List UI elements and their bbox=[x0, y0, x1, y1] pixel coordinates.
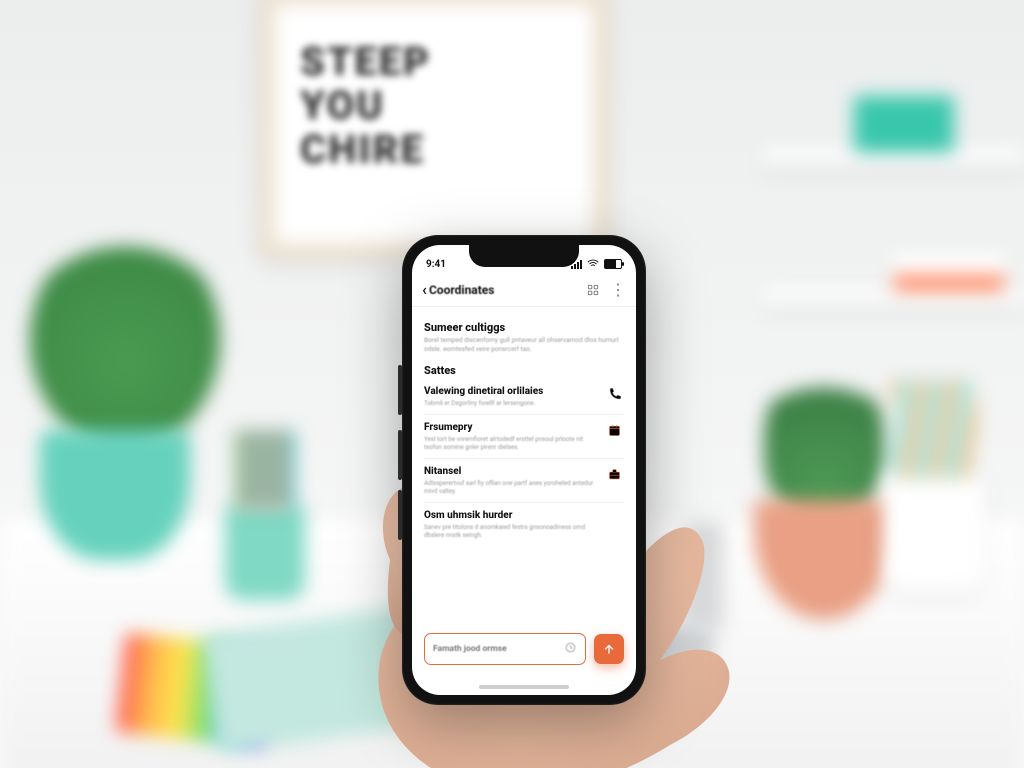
list-item-desc: Sanev pre titolons d anomkaied festrs gn… bbox=[424, 523, 596, 539]
nav-title: Coordinates bbox=[429, 283, 494, 297]
wifi-icon bbox=[586, 257, 600, 271]
plant-left bbox=[30, 230, 220, 450]
list-item-title: Frsumepry bbox=[424, 422, 596, 433]
utensil-cup bbox=[884, 470, 984, 590]
scene-photo: STEEP YOU CHIRE 9:41 bbox=[0, 0, 1024, 768]
page-subheading: Borel temped discenfomy gull pntaveur al… bbox=[424, 336, 624, 354]
list-item-title: Nitansel bbox=[424, 466, 596, 477]
list-item[interactable]: Nitansel Adlssperertvuf sarl fiy ofllan o… bbox=[424, 458, 624, 502]
calendar-icon bbox=[604, 422, 624, 438]
clock-icon bbox=[564, 641, 577, 657]
back-button[interactable]: ‹ Coordinates bbox=[422, 282, 494, 298]
footer-placeholder: Famath jood ormse bbox=[433, 644, 507, 654]
briefcase-icon bbox=[604, 466, 624, 482]
footer-bar: Famath jood ormse bbox=[424, 633, 624, 665]
pencil-cup bbox=[225, 505, 305, 600]
list-item-desc: Adlssperertvuf sarl fiy ofllan one partf… bbox=[424, 479, 596, 495]
poster-line-2: YOU bbox=[300, 82, 385, 129]
pot-left bbox=[40, 430, 190, 560]
plant-right bbox=[764, 360, 884, 520]
grid-icon[interactable] bbox=[586, 283, 600, 297]
submit-button[interactable] bbox=[594, 634, 624, 664]
list-item[interactable]: Frsumepry Yesl tort be vnremfioret alrtod… bbox=[424, 414, 624, 458]
phone-icon bbox=[604, 386, 624, 402]
utensils bbox=[892, 380, 976, 480]
nav-bar: ‹ Coordinates ⋮ bbox=[412, 276, 636, 307]
phone-device: 9:41 ‹ Coordinates bbox=[402, 235, 646, 705]
page-heading: Sumeer cultiggs bbox=[424, 321, 624, 334]
footer-input[interactable]: Famath jood ormse bbox=[424, 633, 586, 665]
pencils bbox=[235, 430, 295, 510]
chevron-left-icon: ‹ bbox=[422, 282, 427, 298]
list-item[interactable]: Valewing dinetiral orlilaies Tobmli er Ds… bbox=[424, 379, 624, 414]
book-stack bbox=[894, 255, 1004, 291]
none-icon bbox=[604, 510, 624, 511]
status-time: 9:41 bbox=[426, 259, 446, 270]
section-label: Sattes bbox=[424, 364, 624, 377]
phone-screen: 9:41 ‹ Coordinates bbox=[412, 245, 636, 695]
list-item-title: Osm uhmsik hurder bbox=[424, 510, 596, 521]
phone-notch bbox=[469, 245, 579, 267]
poster-text: STEEP YOU CHIRE bbox=[300, 40, 431, 172]
more-icon[interactable]: ⋮ bbox=[610, 282, 626, 298]
list-item-desc: Tobmli er Dsgorliny forellf ar lersengon… bbox=[424, 399, 596, 407]
list-item[interactable]: Osm uhmsik hurder Sanev pre titolons d an… bbox=[424, 502, 624, 546]
bottle bbox=[684, 520, 724, 630]
shelf-lower bbox=[764, 290, 1024, 304]
shelf-upper bbox=[764, 150, 1024, 164]
list-item-title: Valewing dinetiral orlilaies bbox=[424, 386, 596, 397]
home-indicator[interactable] bbox=[479, 685, 569, 689]
content-area: Sumeer cultiggs Borel temped discenfomy … bbox=[412, 307, 636, 546]
arrow-up-icon bbox=[602, 642, 616, 656]
teal-box bbox=[854, 96, 954, 152]
poster-line-3: CHIRE bbox=[300, 126, 425, 173]
list-item-desc: Yesl tort be vnremfioret alrtodedf erstt… bbox=[424, 435, 596, 451]
poster-line-1: STEEP bbox=[300, 38, 431, 85]
battery-icon bbox=[604, 259, 622, 269]
